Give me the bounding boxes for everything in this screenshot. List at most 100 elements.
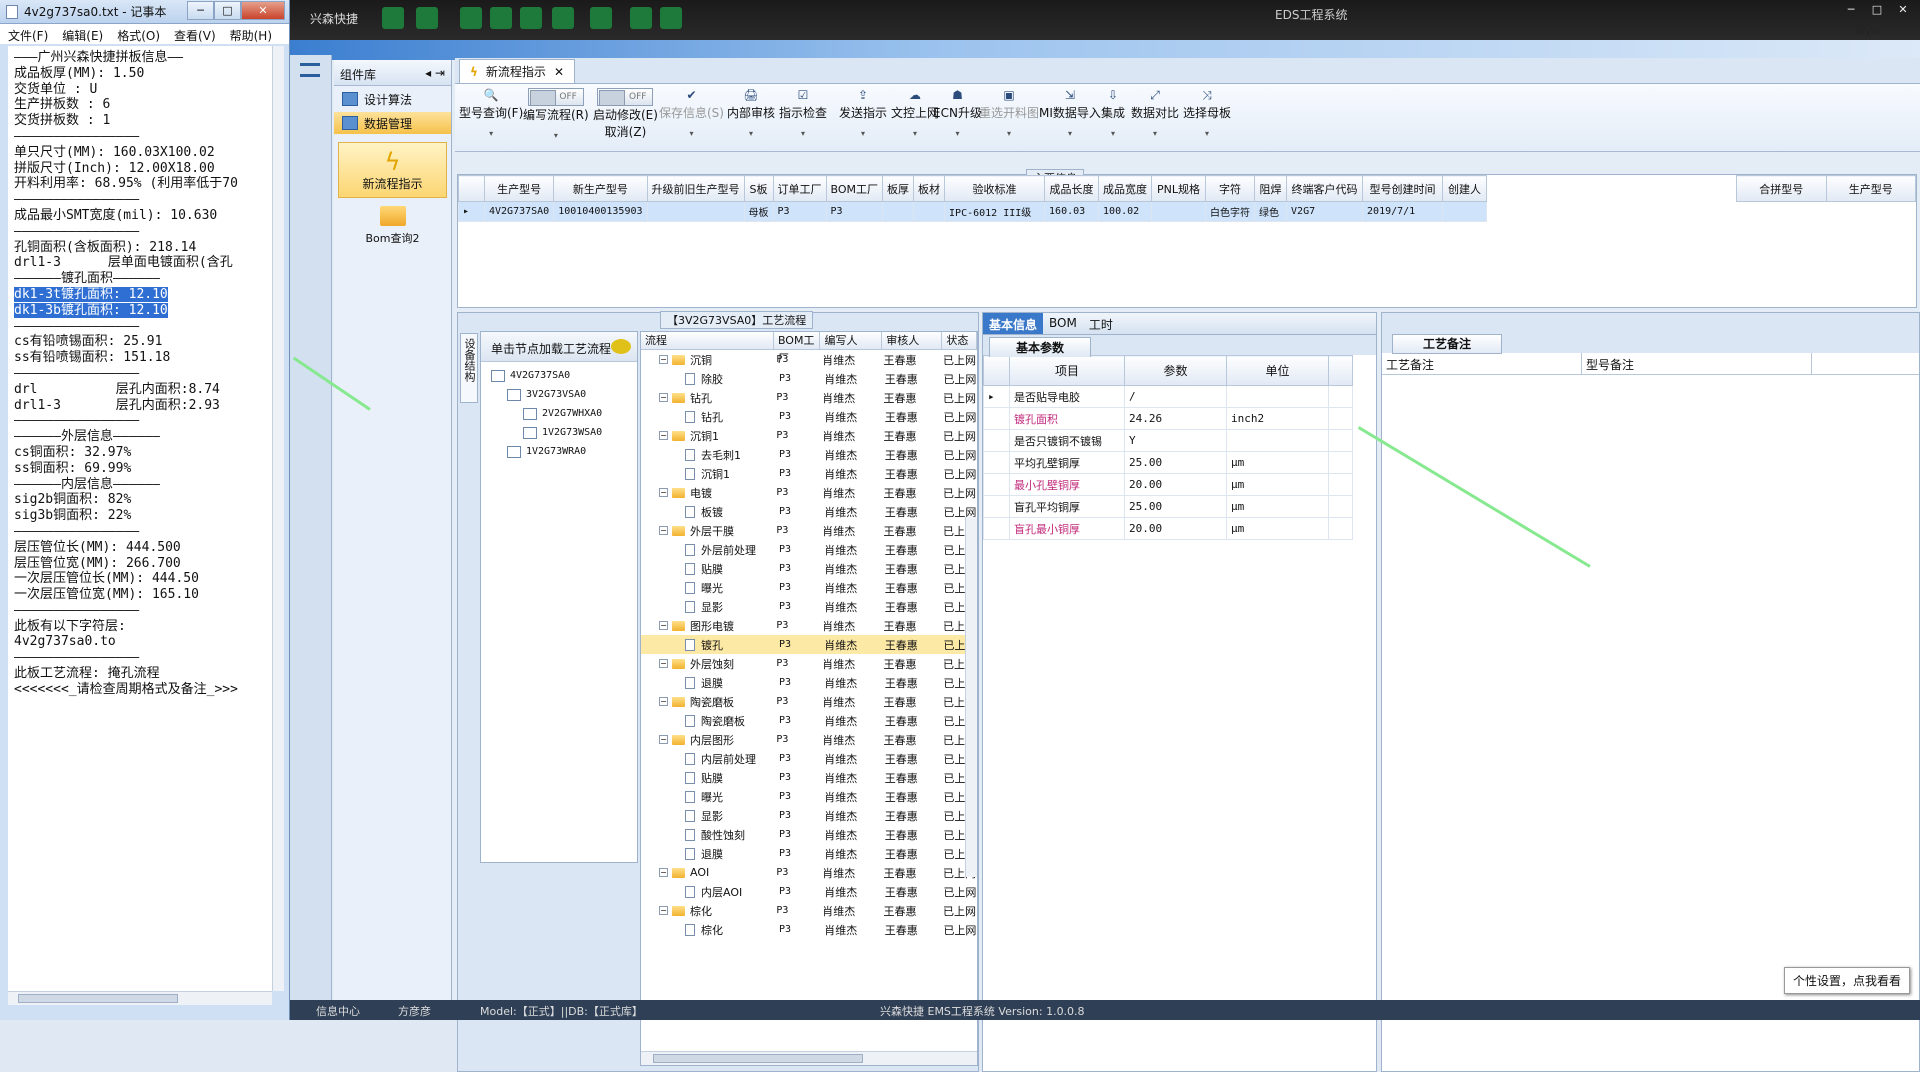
toolbar-button[interactable]: ▣ 重选开料图 ▾ — [979, 88, 1039, 138]
collapse-icon[interactable]: − — [659, 868, 668, 877]
column-header[interactable]: 生产型号 — [483, 175, 555, 202]
flow-row[interactable]: − 内层图形 P3 肖维杰 王春惠 已上网 — [641, 730, 977, 749]
scissors-icon[interactable] — [490, 7, 512, 29]
toggle-switch[interactable]: OFF — [527, 88, 584, 106]
param-value[interactable]: 25.00 — [1124, 451, 1227, 474]
flow-row[interactable]: − AOI P3 肖维杰 王春惠 已上网 — [641, 863, 977, 882]
style-menu[interactable]: Style — [1855, 26, 1880, 37]
column-header[interactable]: 合拼型号 — [1736, 175, 1827, 202]
column-header[interactable]: 板材 — [913, 175, 946, 202]
tab-process-remarks[interactable]: 工艺备注 — [1392, 334, 1503, 354]
horizontal-scrollbar[interactable] — [8, 991, 272, 1005]
toolbar-button[interactable]: OFF 启动修改(E) 取消(Z) — [593, 88, 658, 140]
column-header[interactable]: 参数 — [1124, 355, 1227, 386]
menu-file[interactable]: 文件(F) — [8, 27, 48, 43]
column-header[interactable]: 板厚 — [882, 175, 915, 202]
flow-row[interactable]: − 图形电镀 P3 肖维杰 王春惠 已上网 — [641, 616, 977, 635]
equipment-structure-tab[interactable]: 设备结构 — [460, 333, 478, 403]
clipboard-icon[interactable] — [552, 7, 574, 29]
flow-row[interactable]: 外层前处理 P3 肖维杰 王春惠 已上网 — [641, 540, 977, 559]
param-row[interactable]: 盲孔最小铜厚 20.00 µm — [983, 517, 1353, 540]
param-row[interactable]: 盲孔平均铜厚 25.00 µm — [983, 495, 1353, 518]
tab-close-icon[interactable]: ✕ — [554, 65, 564, 79]
tree-node[interactable]: 1V2G73WRA0 — [481, 442, 637, 461]
flow-row[interactable]: − 沉铜 P3 肖维杰 王春惠 已上网 — [641, 350, 977, 369]
toolbar-button[interactable]: ☑ 指示检查 ▾ — [779, 88, 827, 138]
column-header[interactable]: 审核人 — [882, 332, 943, 349]
collapse-icon[interactable]: − — [659, 621, 668, 630]
collapse-icon[interactable]: − — [659, 488, 668, 497]
flow-row[interactable]: − 钻孔 P3 肖维杰 王春惠 已上网 — [641, 388, 977, 407]
search-icon[interactable] — [382, 7, 404, 29]
param-row[interactable]: 最小孔壁铜厚 20.00 µm — [983, 473, 1353, 496]
toolbar-button[interactable]: ⤨ 选择母板 ▾ — [1183, 88, 1231, 138]
scroll-thumb[interactable] — [653, 1054, 863, 1063]
collapse-icon[interactable]: − — [659, 735, 668, 744]
param-value[interactable]: 24.26 — [1124, 407, 1227, 430]
toolbar-button[interactable]: OFF 编写流程(R) ▾ — [523, 88, 589, 140]
horizontal-scrollbar[interactable] — [641, 1051, 977, 1065]
tab-basic-info[interactable]: 基本信息 — [983, 313, 1044, 334]
column-header[interactable]: 新生产型号 — [553, 175, 648, 202]
param-row[interactable]: 镀孔面积 24.26 inch2 — [983, 407, 1353, 430]
column-header[interactable]: 字符 — [1205, 175, 1256, 202]
module-item-design[interactable]: 设计算法 — [334, 88, 451, 110]
column-header[interactable]: 项目 — [1009, 355, 1125, 386]
menu-format[interactable]: 格式(O) — [117, 27, 160, 43]
toolbar-button[interactable]: ☗ ECN升级 ▾ — [933, 88, 982, 138]
collapse-icon[interactable]: − — [659, 659, 668, 668]
param-row[interactable]: ▸ 是否贴导电胶 / — [983, 385, 1353, 408]
tree-node[interactable]: 4V2G737SA0 — [481, 366, 637, 385]
collapse-icon[interactable]: − — [659, 393, 668, 402]
column-header[interactable]: 成品宽度 — [1098, 175, 1153, 202]
new-flow-button[interactable]: ϟ 新流程指示 — [338, 142, 447, 198]
tree-node[interactable]: 2V2G7WHXA0 — [481, 404, 637, 423]
minimize-button[interactable]: ─ — [187, 1, 214, 20]
grid-icon[interactable] — [460, 7, 482, 29]
param-value[interactable]: / — [1124, 385, 1227, 408]
column-header[interactable]: 流程 — [641, 332, 774, 349]
flow-row[interactable]: 内层前处理 P3 肖维杰 王春惠 已上网 — [641, 749, 977, 768]
vertical-scrollbar[interactable] — [272, 46, 284, 991]
menu-help[interactable]: 帮助(H) — [230, 27, 272, 43]
tab-work-hours[interactable]: 工时 — [1083, 313, 1119, 334]
toolbar-button[interactable]: ✔ 保存信息(S) ▾ — [659, 88, 724, 138]
flow-row[interactable]: − 沉铜1 P3 肖维杰 王春惠 已上网 — [641, 426, 977, 445]
table-icon[interactable] — [590, 7, 612, 29]
flow-row[interactable]: − 外层蚀刻 P3 肖维杰 王春惠 已上网 — [641, 654, 977, 673]
bom-query-button[interactable]: Bom查询2 — [334, 206, 451, 246]
collapse-icon[interactable]: − — [659, 697, 668, 706]
param-value[interactable]: Y — [1124, 429, 1227, 452]
flow-row[interactable]: 显影 P3 肖维杰 王春惠 已上网 — [641, 597, 977, 616]
collapse-icon[interactable]: − — [659, 431, 668, 440]
flow-row[interactable]: 陶瓷磨板 P3 肖维杰 王春惠 已上网 — [641, 711, 977, 730]
param-row[interactable]: 是否只镀铜不镀锡 Y — [983, 429, 1353, 452]
flow-row[interactable]: 去毛刺1 P3 肖维杰 王春惠 已上网 — [641, 445, 977, 464]
tree-node[interactable]: 1V2G73WSA0 — [481, 423, 637, 442]
column-header[interactable]: 创建人 — [1442, 175, 1488, 202]
param-value[interactable]: 20.00 — [1124, 517, 1227, 540]
chart-icon[interactable] — [660, 7, 682, 29]
flow-row[interactable]: 棕化 P3 肖维杰 王春惠 已上网 — [641, 920, 977, 939]
collapse-icon[interactable]: ◂ ⇥ — [425, 66, 445, 80]
minimize-button[interactable]: ─ — [1840, 2, 1862, 18]
flow-row[interactable]: 沉铜1 P3 肖维杰 王春惠 已上网 — [641, 464, 977, 483]
column-header[interactable]: 终端客户代码 — [1286, 175, 1364, 202]
table-row[interactable]: ▸ 4V2G737SA0 10010400135903 母板 P3 P3 IPC-6012 … — [458, 201, 1488, 222]
flow-row[interactable]: 贴膜 P3 肖维杰 王春惠 已上网 — [641, 768, 977, 787]
globe-icon[interactable] — [416, 7, 438, 29]
collapse-icon[interactable]: − — [659, 526, 668, 535]
close-button[interactable]: ✕ — [1892, 2, 1914, 18]
toolbar-button[interactable]: ⇪ 发送指示 ▾ — [839, 88, 887, 138]
column-header[interactable]: 生产型号 — [1825, 175, 1916, 202]
film-icon[interactable] — [520, 7, 542, 29]
column-header[interactable]: 编写人 — [820, 332, 883, 349]
flow-row[interactable]: − 电镀 P3 肖维杰 王春惠 已上网 — [641, 483, 977, 502]
toggle-switch[interactable]: OFF — [597, 88, 654, 106]
notepad-text-area[interactable]: ———广州兴森快捷拼板信息—— 成品板厚(MM): 1.50 交货单位 : U 生产拼… — [8, 46, 272, 991]
column-header[interactable]: BOM工厂 — [825, 175, 884, 202]
menu-view[interactable]: 查看(V) — [174, 27, 216, 43]
toolbar-button[interactable]: 🖨 内部审核 ▾ — [727, 88, 775, 138]
maximize-button[interactable]: □ — [214, 1, 241, 20]
flow-row[interactable]: 板镀 P3 肖维杰 王春惠 已上网 — [641, 502, 977, 521]
